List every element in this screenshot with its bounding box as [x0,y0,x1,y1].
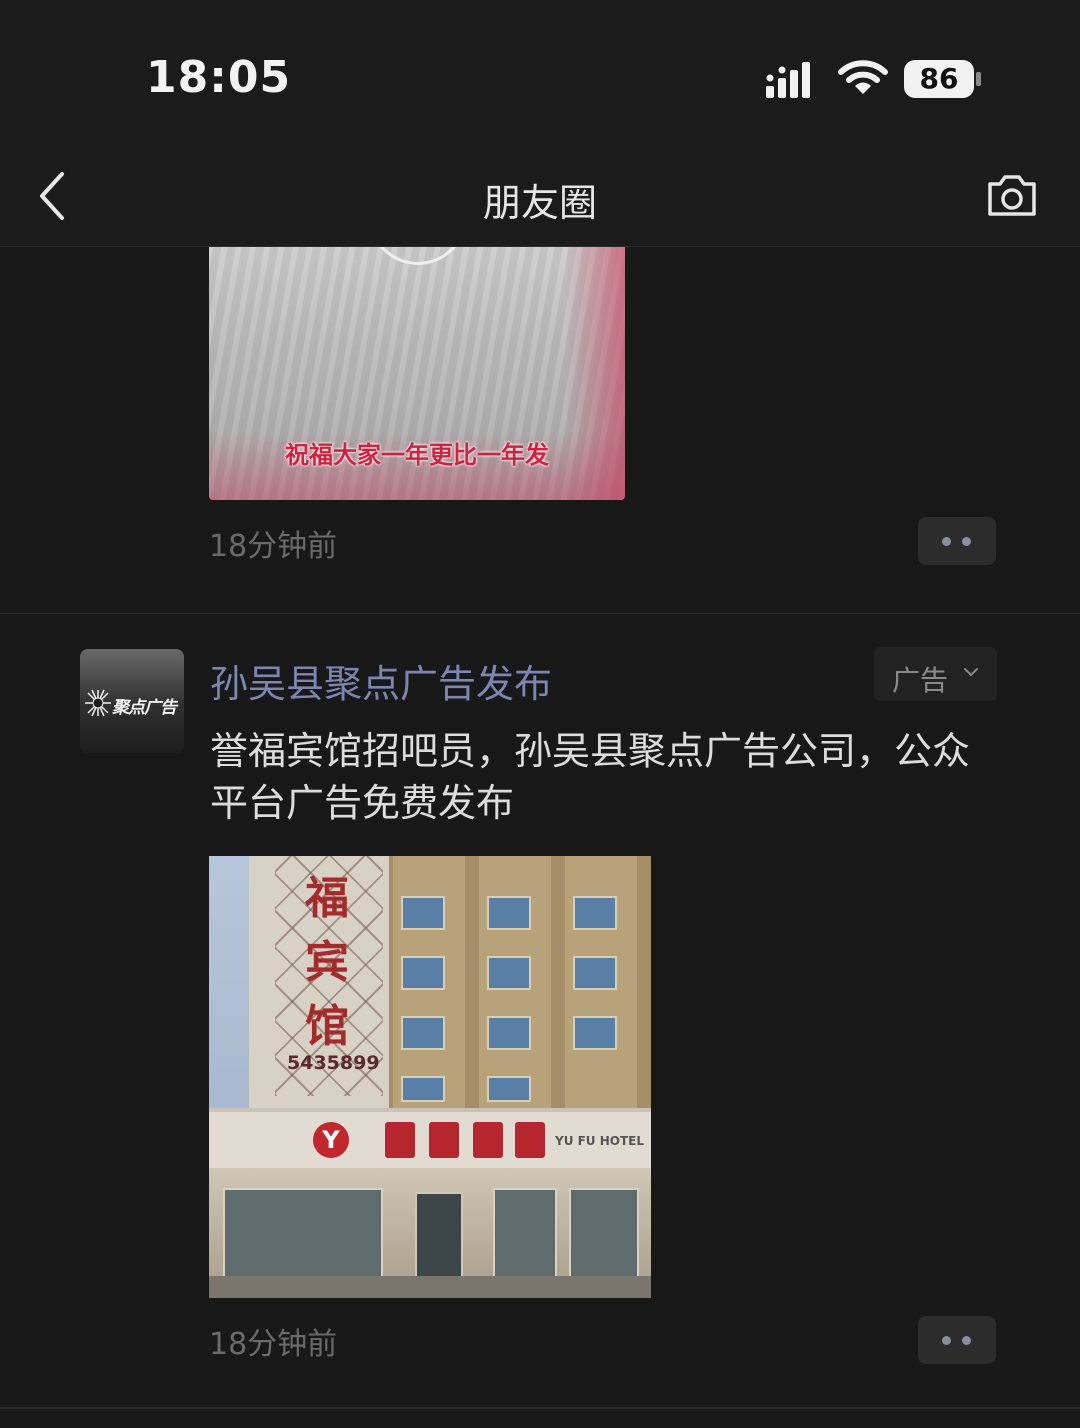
starburst-icon [85,689,111,717]
image-caption: 祝福大家一年更比一年发 [285,441,549,469]
moments-feed[interactable]: 祝福大家一年更比一年发 18分钟前 聚点广告 孙吴县聚点广告发布 广告 誉福宾馆… [0,247,1080,1428]
dot-icon [942,537,951,546]
post-divider [0,613,1080,614]
post-image[interactable]: 祝福大家一年更比一年发 [209,247,625,500]
hotel-logo-icon: Y [313,1122,349,1158]
image-sign-char: 宾 [305,937,349,988]
signal-icon [766,62,810,98]
avatar[interactable]: 聚点广告 [80,649,184,753]
dot-icon [942,1336,951,1345]
image-sign-en: YU FU HOTEL [555,1134,645,1148]
image-sign-char: 馆 [305,1001,349,1052]
play-circle-icon [369,247,467,265]
more-actions-button[interactable] [918,1316,996,1364]
nav-bar: 朋友圈 [0,150,1080,247]
post-timestamp: 18分钟前 [209,529,338,564]
post-divider [0,1407,1080,1409]
image-pavement [209,1276,651,1298]
wifi-icon [838,60,888,94]
post-image[interactable]: 福 宾 馆 5435899 Y YU FU HOTEL [209,856,651,1298]
battery-level: 86 [904,60,974,98]
image-building [379,856,651,1116]
ad-label: 广告 [892,664,949,697]
post-timestamp: 18分钟前 [209,1327,338,1362]
camera-icon[interactable] [984,170,1040,222]
status-time: 18:05 [146,52,292,103]
avatar-text: 聚点广告 [112,698,177,718]
page-title: 朋友圈 [482,181,597,225]
more-actions-button[interactable] [918,517,996,565]
battery-icon: 86 [904,60,982,100]
post-text: 誉福宾馆招吧员，孙吴县聚点广告公司，公众平台广告免费发布 [210,729,971,825]
battery-cap [976,72,981,86]
image-phone: 5435899 [287,1052,380,1074]
dot-icon [962,1336,971,1345]
chevron-down-icon [964,668,978,677]
status-bar: 18:05 86 [0,0,1080,150]
ad-badge[interactable]: 广告 [874,647,997,701]
image-hotel-sign: Y YU FU HOTEL [209,1108,651,1172]
image-sign-char: 福 [305,873,349,924]
poster-name[interactable]: 孙吴县聚点广告发布 [210,653,552,708]
dot-icon [962,537,971,546]
